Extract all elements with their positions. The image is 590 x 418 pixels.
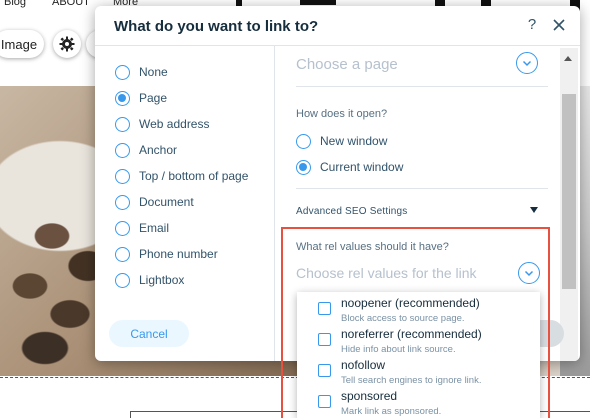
link-type-web-address[interactable]: Web address (115, 115, 209, 133)
checkbox[interactable] (318, 333, 331, 346)
rel-option-description: Block access to source page. (341, 313, 465, 324)
rel-select-dropdown[interactable] (518, 262, 540, 284)
link-type-label: Email (139, 221, 170, 235)
page-select-dropdown[interactable] (516, 52, 538, 74)
link-type-none[interactable]: None (115, 63, 168, 81)
radio-icon[interactable] (296, 159, 311, 175)
rel-option-description: Mark link as sponsored. (341, 406, 442, 417)
rel-option-description: Tell search engines to ignore link. (341, 375, 482, 386)
link-type-label: Page (139, 91, 168, 105)
link-type-label: Lightbox (139, 273, 185, 287)
dialog-header: What do you want to link to? ? (95, 6, 580, 46)
rel-option-nofollow[interactable]: nofollow Tell search engines to ignore l… (297, 356, 540, 387)
radio-icon[interactable] (296, 133, 311, 149)
rel-option-title: noreferrer (recommended) (341, 327, 482, 341)
settings-button[interactable] (53, 30, 81, 58)
checkbox[interactable] (318, 395, 331, 408)
link-type-label: Anchor (139, 143, 178, 157)
rel-option-title: nofollow (341, 358, 386, 372)
radio-icon[interactable] (115, 168, 130, 184)
link-type-label: Web address (139, 117, 210, 131)
rel-option-sponsored[interactable]: sponsored Mark link as sponsored. (297, 387, 540, 418)
checkbox[interactable] (318, 302, 331, 315)
divider (296, 188, 548, 189)
help-button[interactable]: ? (523, 16, 541, 36)
rel-select-placeholder[interactable]: Choose rel values for the link (296, 265, 477, 281)
link-type-label: None (139, 65, 168, 79)
chevron-down-icon (522, 60, 532, 67)
rel-options-dropdown: noopener (recommended) Block access to s… (297, 292, 540, 418)
radio-icon[interactable] (115, 220, 130, 236)
link-type-phone[interactable]: Phone number (115, 245, 218, 263)
radio-icon[interactable] (115, 142, 130, 158)
radio-icon[interactable] (115, 64, 130, 80)
open-new-window[interactable]: New window (296, 132, 387, 150)
link-type-list: None Page Web address Anchor Top / botto… (95, 46, 275, 361)
rel-option-noopener[interactable]: noopener (recommended) Block access to s… (297, 294, 540, 325)
cancel-button[interactable]: Cancel (109, 320, 189, 347)
link-type-lightbox[interactable]: Lightbox (115, 271, 184, 289)
radio-icon[interactable] (115, 194, 130, 210)
page-select-placeholder[interactable]: Choose a page (296, 56, 398, 73)
divider (296, 86, 548, 87)
radio-icon[interactable] (115, 272, 130, 288)
open-current-window[interactable]: Current window (296, 158, 403, 176)
link-type-top-bottom[interactable]: Top / bottom of page (115, 167, 248, 185)
checkbox[interactable] (318, 364, 331, 377)
dialog-title: What do you want to link to? (114, 18, 319, 35)
nav-item-about[interactable]: ABOUT (52, 0, 90, 8)
link-type-label: Top / bottom of page (139, 169, 249, 183)
link-type-label: Phone number (139, 247, 218, 261)
link-type-label: Document (139, 195, 194, 209)
rel-option-title: sponsored (341, 389, 398, 403)
link-type-anchor[interactable]: Anchor (115, 141, 177, 159)
open-question-label: How does it open? (296, 108, 388, 120)
change-image-button[interactable]: Image (0, 30, 44, 58)
radio-icon[interactable] (115, 90, 130, 106)
rel-option-description: Hide info about link source. (341, 344, 456, 355)
rel-question-label: What rel values should it have? (296, 241, 449, 253)
caret-down-icon[interactable] (530, 207, 538, 213)
change-image-label: Image (0, 36, 38, 52)
rel-option-title: noopener (recommended) (341, 296, 480, 310)
nav-item-blog[interactable]: Blog (4, 0, 26, 8)
advanced-seo-toggle[interactable]: Advanced SEO Settings (296, 206, 408, 217)
rel-option-noreferrer[interactable]: noreferrer (recommended) Hide info about… (297, 325, 540, 356)
close-icon (553, 19, 565, 31)
radio-icon[interactable] (115, 246, 130, 262)
chevron-down-icon (524, 270, 534, 277)
link-type-document[interactable]: Document (115, 193, 194, 211)
scrollbar-thumb[interactable] (562, 94, 576, 289)
gear-icon (59, 36, 75, 52)
scroll-up-arrow-icon[interactable] (564, 56, 572, 61)
close-button[interactable] (549, 14, 569, 36)
open-option-label: Current window (320, 160, 404, 174)
link-type-page[interactable]: Page (115, 89, 167, 107)
radio-icon[interactable] (115, 116, 130, 132)
link-type-email[interactable]: Email (115, 219, 169, 237)
open-option-label: New window (320, 134, 388, 148)
heading-glyph (300, 0, 336, 5)
